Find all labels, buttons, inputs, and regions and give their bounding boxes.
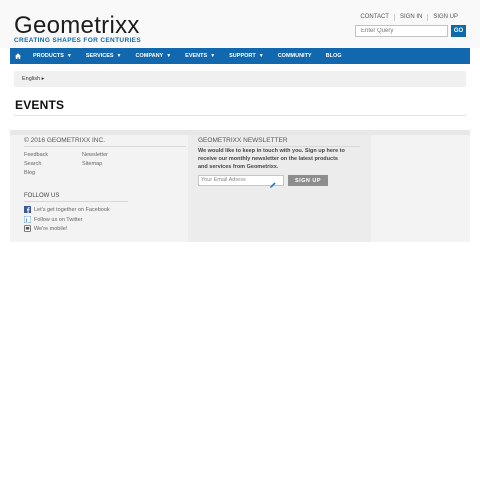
mobile-icon	[24, 225, 31, 232]
caret-down-icon: ▼	[258, 53, 264, 59]
page-title: EVENTS	[15, 98, 65, 112]
nav-label: BLOG	[325, 53, 342, 59]
copyright-divider	[24, 146, 186, 147]
site-header: Geometrixx CREATING SHAPES FOR CENTURIES…	[0, 0, 480, 48]
social-label: Follow us on Twitter	[34, 216, 83, 223]
blog-link[interactable]: Blog	[24, 169, 48, 178]
caret-down-icon: ▼	[166, 53, 172, 59]
newsletter-heading: GEOMETRIXX NEWSLETTER	[198, 137, 288, 144]
newsletter-signup-button[interactable]: SIGN UP	[288, 175, 328, 186]
sign-up-link[interactable]: SIGN UP	[427, 14, 463, 21]
nav-label: COMMUNITY	[277, 53, 312, 59]
nav-blog[interactable]: BLOG	[319, 48, 349, 64]
feedback-link[interactable]: Feedback	[24, 151, 48, 160]
footer-links-col1: Feedback Search Blog	[24, 151, 48, 178]
contact-link[interactable]: CONTACT	[355, 14, 394, 21]
home-icon[interactable]	[10, 48, 26, 64]
pencil-icon	[269, 176, 277, 188]
logo-tagline: CREATING SHAPES FOR CENTURIES	[14, 37, 142, 44]
mobile-link[interactable]: We're mobile!	[24, 225, 67, 232]
social-label: Let's get together on Facebook	[34, 206, 110, 213]
logo-wordmark: Geometrixx	[14, 12, 140, 39]
newsletter-description: We would like to keep in touch with you.…	[198, 148, 345, 170]
site-footer: © 2016 GEOMETRIXX INC. Feedback Search B…	[10, 130, 470, 242]
search-input[interactable]	[355, 25, 448, 37]
geometrixx-logo[interactable]: Geometrixx CREATING SHAPES FOR CENTURIES	[14, 14, 141, 45]
caret-down-icon: ▼	[66, 53, 72, 59]
newsletter-divider	[198, 146, 360, 147]
social-label: We're mobile!	[34, 225, 68, 232]
nav-community[interactable]: COMMUNITY	[271, 48, 319, 64]
search-go-button[interactable]: GO	[451, 25, 466, 37]
caret-down-icon: ▼	[210, 53, 216, 59]
caret-down-icon: ▼	[116, 53, 122, 59]
nav-label: SUPPORT	[229, 53, 256, 59]
nav-company[interactable]: COMPANY ▼	[129, 48, 179, 64]
main-nav: PRODUCTS ▼ SERVICES ▼ COMPANY ▼ EVENTS ▼ SUP…	[10, 48, 470, 64]
sitemap-link[interactable]: Sitemap	[82, 160, 108, 169]
nav-support[interactable]: SUPPORT ▼	[222, 48, 271, 64]
search-link[interactable]: Search	[24, 160, 48, 169]
nav-products[interactable]: PRODUCTS ▼	[26, 48, 79, 64]
copyright: © 2016 GEOMETRIXX INC.	[24, 137, 106, 144]
footer-links-col2: Newsletter Sitemap	[82, 151, 108, 169]
twitter-link[interactable]: t Follow us on Twitter	[24, 216, 83, 223]
twitter-icon: t	[24, 216, 31, 223]
svg-text:t: t	[26, 218, 28, 223]
nav-events[interactable]: EVENTS ▼	[178, 48, 222, 64]
language-bar: English ▸	[14, 71, 466, 87]
nav-label: PRODUCTS	[33, 53, 64, 59]
caret-right-icon: ▸	[41, 76, 45, 82]
top-links: CONTACT SIGN IN SIGN UP	[355, 14, 463, 21]
follow-divider	[24, 201, 128, 202]
nav-label: EVENTS	[185, 53, 208, 59]
newsletter-link[interactable]: Newsletter	[82, 151, 108, 160]
facebook-link[interactable]: Let's get together on Facebook	[24, 206, 110, 213]
search-bar: GO	[355, 25, 466, 37]
nav-label: SERVICES	[85, 53, 114, 59]
facebook-icon	[24, 206, 31, 213]
nav-label: COMPANY	[135, 53, 164, 59]
title-divider	[14, 115, 466, 116]
follow-us-heading: FOLLOW US	[24, 193, 60, 199]
language-label: English	[22, 76, 41, 82]
sign-in-link[interactable]: SIGN IN	[393, 14, 427, 21]
nav-services[interactable]: SERVICES ▼	[79, 48, 129, 64]
page: Geometrixx CREATING SHAPES FOR CENTURIES…	[0, 0, 480, 480]
language-selector[interactable]: English ▸	[22, 76, 44, 82]
